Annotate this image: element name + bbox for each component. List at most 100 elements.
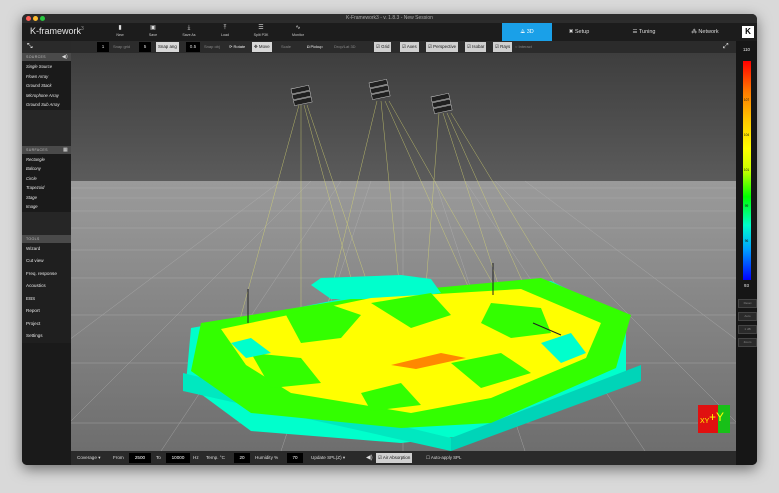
fullscreen-icon[interactable]: ⤢ (723, 41, 729, 53)
temp-label: Temp. °C (206, 455, 225, 460)
update-spl-button[interactable]: Update SPL(Z) ▾ (311, 451, 345, 465)
tool-ebs[interactable]: EBS (22, 292, 71, 305)
monitor-icon: ∿ (295, 25, 301, 31)
source-ground-stack[interactable]: Ground Stack (22, 81, 71, 91)
rotate-button[interactable]: ⟳ Rotate (229, 41, 245, 53)
sidebar-spacer (22, 211, 71, 235)
perspective-checkbox[interactable]: ☑ Perspective (426, 42, 459, 52)
left-sidebar: ⤡ SOURCES ◀) Single Source Flown Array Gr… (22, 41, 71, 465)
snap-grid-input[interactable]: 5 (139, 42, 151, 52)
surfaces-header: SURFACES ▦ (22, 145, 71, 154)
tool-wizard[interactable]: Wizard (22, 242, 71, 255)
tool-project[interactable]: Project (22, 317, 71, 330)
surface-image[interactable]: Image (22, 202, 71, 212)
save-icon: ▣ (150, 25, 156, 31)
bottom-bar: Coverage ▾ From 2500 To 10000 Hz Temp. °… (71, 451, 736, 465)
scale-button[interactable]: Scale (281, 41, 291, 53)
app-logo: K-framework3 (30, 26, 84, 36)
source-microphone-array[interactable]: Microphone Array (22, 91, 71, 101)
speaker-icon[interactable]: ◀) (62, 53, 68, 61)
chevron-down-icon: ▾ (341, 455, 346, 460)
hz-label: Hz (193, 455, 199, 460)
snap-ang-input[interactable]: 0.5 (186, 42, 200, 52)
tool-settings[interactable]: Settings (22, 330, 71, 343)
tool-report[interactable]: Report (22, 305, 71, 318)
scale-min-label: 93 (744, 283, 749, 288)
tool-acoustics[interactable]: Acoustics (22, 280, 71, 293)
surface-trapezoid[interactable]: Trapezoid (22, 183, 71, 193)
3d-viewport[interactable]: XY +Y (71, 53, 736, 451)
axes-checkbox[interactable]: ☑ Axes (400, 42, 419, 52)
tool-cut-view[interactable]: Cut view (22, 255, 71, 268)
scale-max-label: 110 (743, 47, 750, 52)
drop-button[interactable]: Drop/Lat 3D (334, 41, 356, 53)
from-input[interactable]: 2500 (129, 453, 151, 463)
window-title: K-Framework3 - v. 1.8.3 - New Session (346, 15, 433, 21)
surface-stage[interactable]: Stage (22, 193, 71, 203)
scale-db-button[interactable]: 1 dB (738, 325, 757, 334)
snap-obj-label[interactable]: Snap obj (204, 41, 220, 53)
new-file-icon: ▮ (118, 25, 122, 31)
chevron-down-icon: ▾ (96, 455, 101, 460)
title-bar: K-Framework3 - v. 1.8.3 - New Session (22, 14, 757, 23)
move-button[interactable]: ✥ Move (252, 42, 272, 52)
tools-header: TOOLS (22, 234, 71, 243)
scale-tick: 107 (743, 98, 750, 102)
isobar-checkbox[interactable]: ☑ Isobar (465, 42, 487, 52)
rays-checkbox[interactable]: ☑ Rays (493, 42, 513, 52)
tab-setup[interactable]: ✖ Setup (554, 23, 604, 41)
to-input[interactable]: 10000 (166, 453, 190, 463)
scale-reset-button[interactable]: Reset (738, 299, 757, 308)
scale-tick: 104 (743, 133, 750, 137)
load-button[interactable]: ⤒ Load (211, 24, 239, 40)
auto-apply-toggle[interactable]: ☐ Auto-apply SPL (424, 453, 463, 463)
mode-select[interactable]: Coverage ▾ (77, 451, 101, 465)
source-flown-array[interactable]: Flown Array (22, 72, 71, 82)
scene-canvas: XY +Y (71, 53, 736, 451)
source-ground-sub-array[interactable]: Ground Sub Array (22, 100, 71, 110)
sky-backdrop (71, 53, 736, 185)
pickup-button[interactable]: ◘ Pickup (307, 41, 323, 53)
scale-tick: 101 (743, 168, 750, 172)
new-button[interactable]: ▮ New (106, 24, 134, 40)
save-button[interactable]: ▣ Save (139, 24, 167, 40)
to-label: To (156, 455, 161, 460)
speaker-icon[interactable]: ◀) (366, 451, 373, 465)
surface-rectangle[interactable]: Rectangle (22, 155, 71, 165)
spl-color-scale: 110 107 104 101 99 96 93 Reset Auto 1 dB… (736, 41, 757, 465)
close-window-icon[interactable] (26, 16, 31, 21)
pick-tool-icon[interactable]: ⤡ (22, 41, 71, 53)
humidity-input[interactable]: 70 (287, 453, 303, 463)
source-single[interactable]: Single Source (22, 62, 71, 72)
split-button[interactable]: ☰ Split P3K (247, 24, 275, 40)
grid-checkbox[interactable]: ☑ Grid (374, 42, 392, 52)
scale-auto-button[interactable]: Auto (738, 312, 757, 321)
surface-balcony[interactable]: Balcony (22, 164, 71, 174)
load-icon: ⤒ (223, 25, 227, 31)
grid-icon[interactable]: ▦ (63, 146, 68, 154)
tool-freq-response[interactable]: Freq. response (22, 267, 71, 280)
sidebar-spacer (22, 109, 71, 146)
temp-input[interactable]: 20 (234, 453, 250, 463)
surface-circle[interactable]: Circle (22, 174, 71, 184)
tab-tuning[interactable]: ☰ Tuning (619, 23, 669, 41)
value-box[interactable]: 1 (97, 42, 109, 52)
humidity-label: Humidity % (255, 455, 279, 460)
tab-3d[interactable]: ⟁ 3D (502, 23, 552, 41)
air-absorption-toggle[interactable]: ☑ Air Absorption (376, 453, 413, 463)
monitor-button[interactable]: ∿ Monitor (284, 24, 312, 40)
snap-ang-toggle[interactable]: Snap ang (156, 42, 179, 52)
axis-y-label: +Y (709, 410, 724, 424)
scale-zoom-button[interactable]: Zoom (738, 338, 757, 347)
interact-toggle[interactable]: ○ Interact (515, 41, 532, 53)
save-as-icon: ⤓ (187, 25, 191, 31)
minimize-window-icon[interactable] (33, 16, 38, 21)
sources-header: SOURCES ◀) (22, 53, 71, 61)
maximize-window-icon[interactable] (40, 16, 45, 21)
brand-badge: K (742, 26, 754, 38)
tab-network[interactable]: ⁂ Network (680, 23, 730, 41)
scale-tick: 96 (744, 239, 749, 243)
save-as-button[interactable]: ⤓ Save As (175, 24, 203, 40)
app-window: K-Framework3 - v. 1.8.3 - New Session K-… (22, 14, 757, 465)
from-label: From (113, 455, 124, 460)
